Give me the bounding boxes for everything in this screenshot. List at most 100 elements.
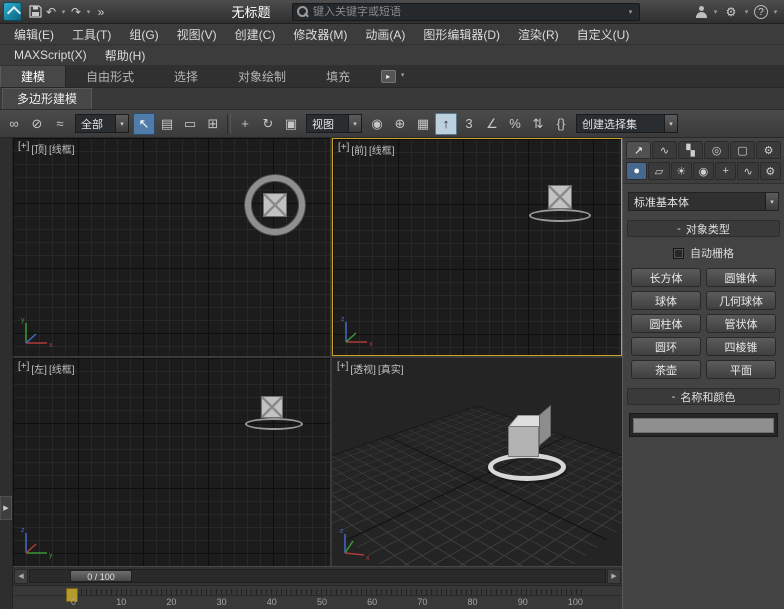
viewport-menu-plus[interactable]: [+]: [338, 142, 349, 157]
utilities-tab-icon[interactable]: ⚙: [756, 141, 781, 159]
select-by-name-icon[interactable]: ▤: [156, 113, 178, 135]
primitive-category-dropdown[interactable]: 标准基本体 ▾: [628, 192, 779, 211]
object-button-teapot[interactable]: 茶壶: [631, 360, 701, 379]
chevron-down-icon[interactable]: ▾: [59, 3, 68, 21]
object-name-input[interactable]: [633, 418, 774, 433]
polygon-modeling-tab[interactable]: 多边形建模: [2, 88, 92, 109]
save-icon[interactable]: [27, 3, 43, 21]
track-bar[interactable]: 0 10 20 30 40 50 60 70 80 90 100: [13, 585, 622, 609]
viewport-view-name[interactable]: [顶]: [31, 141, 47, 156]
chevron-down-icon[interactable]: ▾: [398, 66, 407, 84]
viewport-view-name[interactable]: [前]: [351, 142, 367, 157]
viewport-menu-plus[interactable]: [+]: [18, 361, 29, 376]
viewport-view-name[interactable]: [左]: [31, 361, 47, 376]
viewport-menu-plus[interactable]: [+]: [337, 361, 348, 376]
space-warps-category-icon[interactable]: ∿: [737, 162, 758, 180]
create-tab-icon[interactable]: ↗: [626, 141, 651, 159]
expand-panel-icon[interactable]: ▶: [0, 496, 12, 520]
box-front-view[interactable]: [548, 185, 572, 209]
menu-maxscript[interactable]: MAXScript(X): [5, 48, 96, 62]
chevron-down-icon[interactable]: ▾: [771, 3, 780, 21]
ribbon-tab-freeform[interactable]: 自由形式: [66, 66, 154, 87]
selection-filter-dropdown[interactable]: 全部 ▾: [75, 114, 129, 133]
time-slider-track[interactable]: 0 / 100: [29, 569, 606, 583]
torus-perspective-view[interactable]: [488, 453, 566, 481]
previous-frame-icon[interactable]: ◀: [14, 569, 28, 584]
display-tab-icon[interactable]: ▢: [730, 141, 755, 159]
lights-category-icon[interactable]: ☀: [671, 162, 692, 180]
chevron-down-icon[interactable]: ▾: [711, 3, 720, 21]
named-selection-set-dropdown[interactable]: 创建选择集 ▾: [576, 114, 678, 133]
window-crossing-icon[interactable]: ⊞: [202, 113, 224, 135]
select-and-place-icon[interactable]: ↑: [435, 113, 457, 135]
menu-graph-editors[interactable]: 图形编辑器(D): [414, 26, 509, 43]
menu-animation[interactable]: 动画(A): [356, 26, 414, 43]
object-button-sphere[interactable]: 球体: [631, 291, 701, 310]
viewport-front[interactable]: [+] [前] [线框] xz: [332, 138, 622, 356]
viewport-shading-mode[interactable]: [线框]: [49, 361, 75, 376]
time-slider-handle[interactable]: 0 / 100: [70, 570, 132, 582]
edit-named-selection-sets-icon[interactable]: {}: [550, 113, 572, 135]
shapes-category-icon[interactable]: ▱: [648, 162, 669, 180]
motion-tab-icon[interactable]: ◎: [704, 141, 729, 159]
helpers-category-icon[interactable]: +: [715, 162, 736, 180]
box-left-view[interactable]: [261, 396, 283, 418]
viewport-shading-mode[interactable]: [真实]: [378, 361, 404, 376]
select-and-manipulate-icon[interactable]: ⊕: [389, 113, 411, 135]
cameras-category-icon[interactable]: ◉: [693, 162, 714, 180]
object-button-cylinder[interactable]: 圆柱体: [631, 314, 701, 333]
object-button-geosphere[interactable]: 几何球体: [706, 291, 776, 310]
viewport-shading-mode[interactable]: [线框]: [49, 141, 75, 156]
menu-edit[interactable]: 编辑(E): [5, 26, 63, 43]
search-input[interactable]: [313, 6, 626, 18]
redo-icon[interactable]: ↷: [68, 3, 84, 21]
menu-create[interactable]: 创建(C): [226, 26, 285, 43]
object-button-plane[interactable]: 平面: [706, 360, 776, 379]
object-button-tube[interactable]: 管状体: [706, 314, 776, 333]
workspace-gear-icon[interactable]: ⚙: [723, 3, 739, 21]
chevron-down-icon[interactable]: ▾: [742, 3, 751, 21]
ribbon-config-icon[interactable]: ▸: [378, 66, 398, 87]
object-button-box[interactable]: 长方体: [631, 268, 701, 287]
pivot-point-center-icon[interactable]: ◉: [366, 113, 388, 135]
ribbon-tab-selection[interactable]: 选择: [154, 66, 218, 87]
chevron-down-icon[interactable]: ▾: [84, 3, 93, 21]
viewport-top[interactable]: [+] [顶] [线框] xy: [13, 138, 330, 356]
ribbon-tab-object-paint[interactable]: 对象绘制: [218, 66, 306, 87]
percent-snap-icon[interactable]: %: [504, 113, 526, 135]
bind-to-space-warp-icon[interactable]: ≈: [49, 113, 71, 135]
sign-in-icon[interactable]: [695, 6, 708, 19]
reference-coordinate-dropdown[interactable]: 视图 ▾: [306, 114, 362, 133]
name-color-rollout-header[interactable]: - 名称和颜色: [627, 388, 780, 405]
viewport-perspective[interactable]: [+] [透视] [真实] xz: [332, 358, 622, 566]
viewport-left[interactable]: [+] [左] [线框] yz: [13, 358, 330, 566]
modify-tab-icon[interactable]: ∿: [652, 141, 677, 159]
autogrid-checkbox[interactable]: [673, 248, 684, 259]
viewport-view-name[interactable]: [透视]: [350, 361, 376, 376]
box-top-view[interactable]: [263, 193, 287, 217]
select-and-link-icon[interactable]: ∞: [3, 113, 25, 135]
hierarchy-tab-icon[interactable]: ▚: [678, 141, 703, 159]
box-front-face[interactable]: [508, 426, 539, 457]
chevron-down-icon[interactable]: ▾: [626, 3, 635, 21]
object-type-rollout-header[interactable]: - 对象类型: [627, 220, 780, 237]
viewport-shading-mode[interactable]: [线框]: [369, 142, 395, 157]
select-and-scale-icon[interactable]: ▣: [280, 113, 302, 135]
unlink-selection-icon[interactable]: ⊘: [26, 113, 48, 135]
object-button-pyramid[interactable]: 四棱锥: [706, 337, 776, 356]
help-icon[interactable]: ?: [754, 5, 768, 19]
menu-tools[interactable]: 工具(T): [63, 26, 120, 43]
object-button-torus[interactable]: 圆环: [631, 337, 701, 356]
next-frame-icon[interactable]: ▶: [607, 569, 621, 584]
selection-region-icon[interactable]: ▭: [179, 113, 201, 135]
object-button-cone[interactable]: 圆锥体: [706, 268, 776, 287]
menu-views[interactable]: 视图(V): [168, 26, 226, 43]
snaps-toggle-icon[interactable]: 3: [458, 113, 480, 135]
geometry-category-icon[interactable]: ●: [626, 162, 647, 180]
menu-help[interactable]: 帮助(H): [96, 47, 155, 64]
ribbon-tab-populate[interactable]: 填充: [306, 66, 370, 87]
select-and-rotate-icon[interactable]: ↻: [257, 113, 279, 135]
search-field[interactable]: ▾: [292, 3, 640, 21]
torus-front-view[interactable]: [529, 209, 591, 222]
systems-category-icon[interactable]: ⚙: [760, 162, 781, 180]
